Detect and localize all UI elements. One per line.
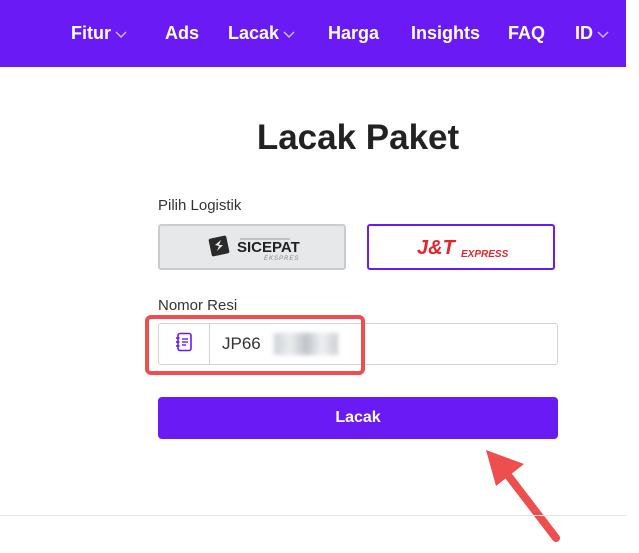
nav-item-fitur[interactable]: Fitur xyxy=(71,22,127,44)
footer-divider xyxy=(0,515,626,516)
chevron-down-icon xyxy=(283,22,295,44)
nav-item-insights[interactable]: Insights xyxy=(411,22,480,44)
chevron-down-icon xyxy=(115,22,127,44)
nav-item-label: Lacak xyxy=(228,23,280,43)
resi-label: Nomor Resi xyxy=(158,297,238,314)
logistic-option-jnt[interactable]: J&T EXPRESS xyxy=(367,224,555,270)
jnt-logo-subtext: EXPRESS xyxy=(461,249,509,260)
lacak-button[interactable]: Lacak xyxy=(158,397,558,439)
page-title: Lacak Paket xyxy=(256,118,460,157)
annotation-highlight-box xyxy=(145,315,365,375)
chevron-down-icon xyxy=(597,22,609,44)
nav-item-label: Fitur xyxy=(71,23,111,43)
sicepat-logo: SICEPAT EKSPRES xyxy=(208,235,300,262)
nav-item-label: FAQ xyxy=(508,23,546,43)
logistic-option-sicepat[interactable]: SICEPAT EKSPRES xyxy=(158,224,346,270)
jnt-logo: J&T EXPRESS xyxy=(417,237,509,260)
nav-item-harga[interactable]: Harga xyxy=(328,22,379,44)
sicepat-logo-text: SICEPAT xyxy=(237,239,300,256)
sicepat-logo-subtext: EKSPRES xyxy=(264,256,299,262)
nav-item-lacak[interactable]: Lacak xyxy=(228,22,295,44)
scrollbar[interactable] xyxy=(626,0,639,553)
nav-item-label: Harga xyxy=(328,23,380,43)
nav-item-label: Ads xyxy=(165,23,200,43)
nav-item-ads[interactable]: Ads xyxy=(165,22,199,44)
nav-item-faq[interactable]: FAQ xyxy=(508,22,545,44)
annotation-arrow xyxy=(486,450,560,542)
logistics-label: Pilih Logistik xyxy=(158,197,242,214)
jnt-logo-text: J&T xyxy=(417,237,457,259)
nav-item-language[interactable]: ID xyxy=(575,22,609,44)
nav-item-label: Insights xyxy=(411,23,481,43)
top-navbar: Fitur Ads Lacak Harga Insights FAQ ID xyxy=(0,0,626,67)
nav-item-label: ID xyxy=(575,23,593,43)
